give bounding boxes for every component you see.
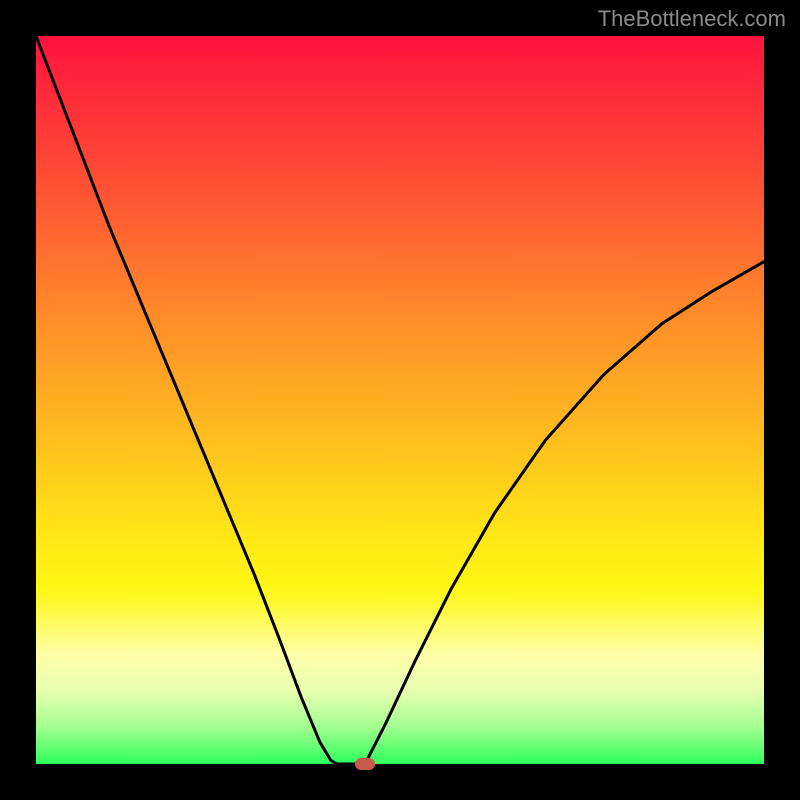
bottleneck-curve — [36, 36, 764, 764]
chart-frame: TheBottleneck.com — [0, 0, 800, 800]
bottleneck-marker — [355, 758, 375, 770]
plot-area — [36, 36, 764, 764]
watermark-text: TheBottleneck.com — [598, 6, 786, 32]
